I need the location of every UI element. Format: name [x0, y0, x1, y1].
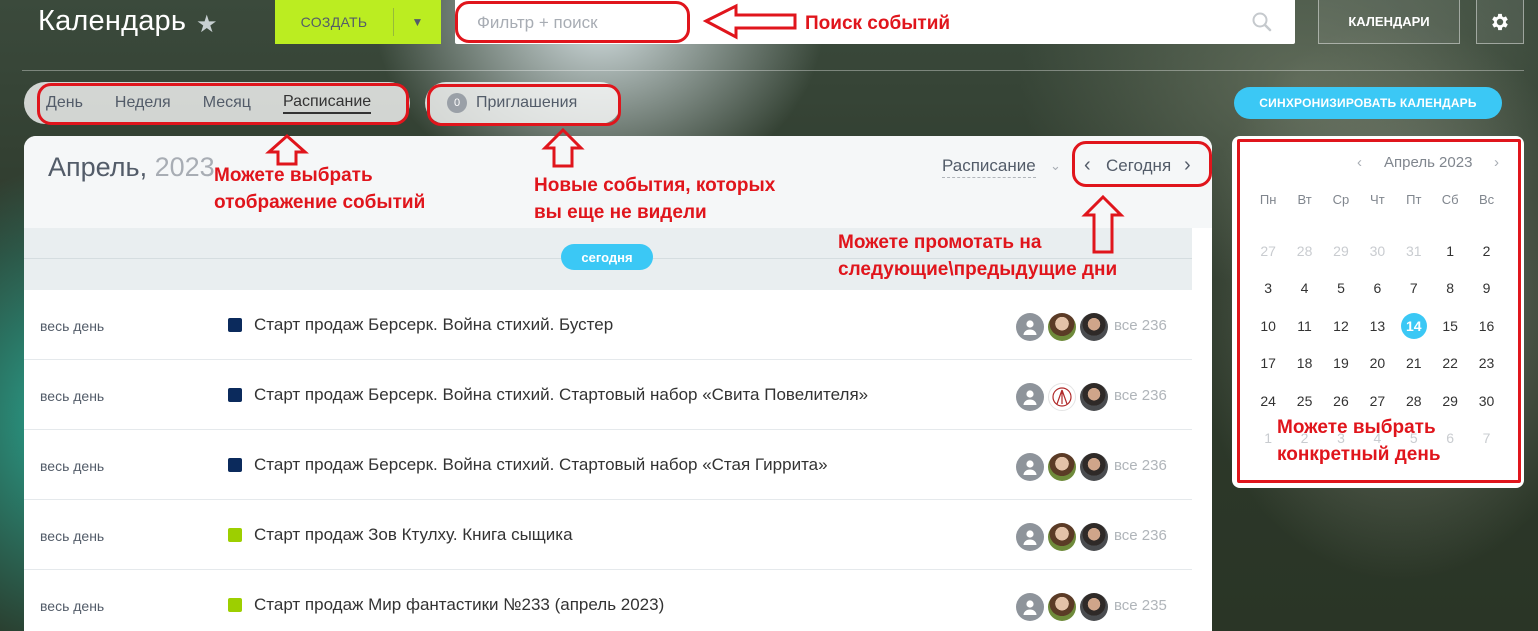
attendee-count[interactable]: все 236 [1114, 387, 1167, 404]
chevron-down-icon[interactable]: ⌄ [1050, 158, 1061, 174]
annotation-view-line: отображение событий [214, 192, 426, 213]
avatar [1048, 523, 1076, 551]
event-title[interactable]: Старт продаж Зов Ктулху. Книга сыщика [254, 525, 573, 545]
annotation-nav: Можете промотать на следующие\предыдущие… [838, 229, 1117, 283]
event-title[interactable]: Старт продаж Берсерк. Война стихий. Стар… [254, 455, 828, 475]
annotation-nav-box [1072, 141, 1212, 187]
user-avatar-icon [1016, 383, 1044, 411]
attendee-count[interactable]: все 236 [1114, 527, 1167, 544]
attendee-count[interactable]: все 236 [1114, 317, 1167, 334]
event-color-marker [228, 318, 242, 332]
header-divider [22, 70, 1524, 71]
user-avatar-icon [1016, 523, 1044, 551]
annotation-invites: Новые события, которых вы еще не видели [534, 172, 775, 226]
event-row[interactable]: весь день Старт продаж Берсерк. Война ст… [24, 360, 1192, 430]
annotation-invites-line: вы еще не видели [534, 202, 707, 223]
attendee-avatars[interactable] [1016, 383, 1112, 411]
event-color-marker [228, 528, 242, 542]
sync-calendar-button[interactable]: СИНХРОНИЗИРОВАТЬ КАЛЕНДАРЬ [1234, 87, 1502, 119]
avatar [1048, 453, 1076, 481]
avatar [1080, 453, 1108, 481]
month-label: Апрель, [48, 152, 148, 182]
user-avatar-icon [1016, 453, 1044, 481]
chevron-down-icon[interactable]: ▼ [394, 15, 441, 29]
annotation-search-box [455, 1, 690, 43]
attendee-avatars[interactable] [1016, 453, 1112, 481]
top-bar: Календарь ★ СОЗДАТЬ ▼ КАЛЕНДАРИ [0, 0, 1538, 70]
today-badge: сегодня [561, 244, 653, 270]
event-row[interactable]: весь день Старт продаж Берсерк. Война ст… [24, 430, 1192, 500]
create-button[interactable]: СОЗДАТЬ ▼ [275, 0, 441, 44]
attendee-avatars[interactable] [1016, 593, 1112, 621]
event-row[interactable]: весь день Старт продаж Берсерк. Война ст… [24, 290, 1192, 360]
logo-avatar [1048, 383, 1076, 411]
avatar [1048, 313, 1076, 341]
event-color-marker [228, 598, 242, 612]
avatar [1048, 593, 1076, 621]
search-icon[interactable] [1251, 11, 1273, 33]
event-time: весь день [40, 528, 105, 544]
user-avatar-icon [1016, 593, 1044, 621]
event-time: весь день [40, 318, 105, 334]
event-list: весь день Старт продаж Берсерк. Война ст… [24, 290, 1192, 631]
annotation-view-line: Можете выбрать [214, 165, 373, 186]
user-avatar-icon [1016, 313, 1044, 341]
avatar [1080, 523, 1108, 551]
event-time: весь день [40, 458, 105, 474]
view-mode-select[interactable]: Расписание [942, 156, 1036, 178]
calendars-button[interactable]: КАЛЕНДАРИ [1318, 0, 1460, 44]
create-button-label: СОЗДАТЬ [300, 14, 368, 30]
avatar [1080, 593, 1108, 621]
annotation-invites-line: Новые события, которых [534, 175, 776, 196]
event-title[interactable]: Старт продаж Берсерк. Война стихий. Буст… [254, 315, 613, 335]
year-label: 2023 [154, 152, 215, 182]
gear-icon [1492, 13, 1508, 30]
month-title: Апрель, 2023 [48, 152, 215, 183]
event-title[interactable]: Старт продаж Берсерк. Война стихий. Стар… [254, 385, 868, 405]
event-title[interactable]: Старт продаж Мир фантастики №233 (апрель… [254, 595, 664, 615]
event-color-marker [228, 388, 242, 402]
settings-button[interactable] [1476, 0, 1524, 44]
event-time: весь день [40, 388, 105, 404]
event-row[interactable]: весь день Старт продаж Зов Ктулху. Книга… [24, 500, 1192, 570]
avatar [1080, 383, 1108, 411]
annotation-day: Можете выбрать конкретный день [1277, 414, 1441, 468]
attendee-avatars[interactable] [1016, 313, 1112, 341]
annotation-view-box [37, 83, 409, 125]
event-row[interactable]: весь день Старт продаж Мир фантастики №2… [24, 570, 1192, 631]
annotation-view: Можете выбрать отображение событий [214, 162, 425, 216]
app-title: Календарь [38, 5, 187, 37]
annotation-nav-line: Можете промотать на [838, 232, 1042, 253]
annotation-day-line: Можете выбрать [1277, 417, 1436, 438]
attendee-count[interactable]: все 235 [1114, 597, 1167, 614]
event-time: весь день [40, 598, 105, 614]
favorite-star-icon[interactable]: ★ [196, 10, 218, 39]
annotation-nav-line: следующие\предыдущие дни [838, 259, 1118, 280]
attendee-count[interactable]: все 236 [1114, 457, 1167, 474]
annotation-day-line: конкретный день [1277, 444, 1441, 465]
annotation-search: Поиск событий [805, 13, 951, 34]
avatar [1080, 313, 1108, 341]
annotation-invites-box [427, 84, 621, 126]
attendee-avatars[interactable] [1016, 523, 1112, 551]
event-color-marker [228, 458, 242, 472]
